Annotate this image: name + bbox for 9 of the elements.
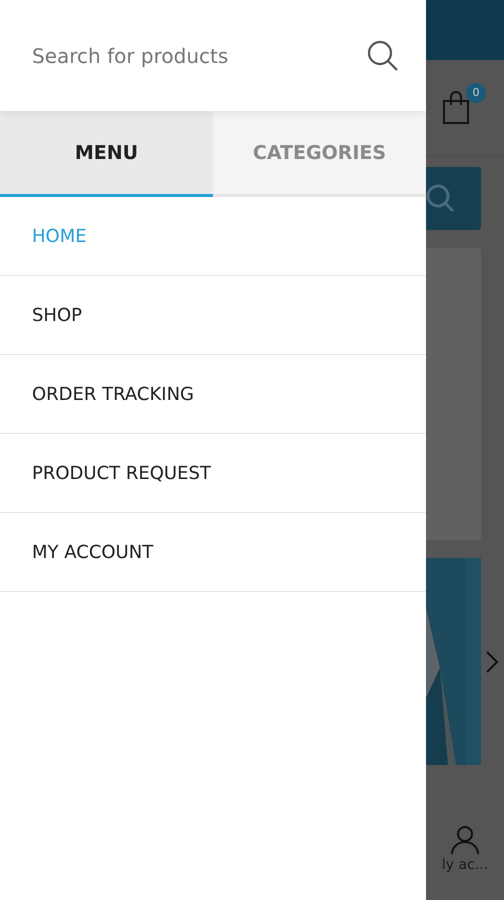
search-icon[interactable] (366, 38, 400, 72)
chevron-right-icon[interactable] (485, 650, 499, 674)
person-icon[interactable] (450, 825, 480, 855)
search-button[interactable] (426, 167, 481, 230)
account-label: ly ac... (442, 857, 488, 873)
shopping-bag-icon[interactable] (442, 90, 470, 124)
cart-count-badge: 0 (466, 82, 486, 102)
tab[interactable]: MENU (0, 111, 213, 197)
search-field[interactable]: Search for products (32, 36, 366, 76)
